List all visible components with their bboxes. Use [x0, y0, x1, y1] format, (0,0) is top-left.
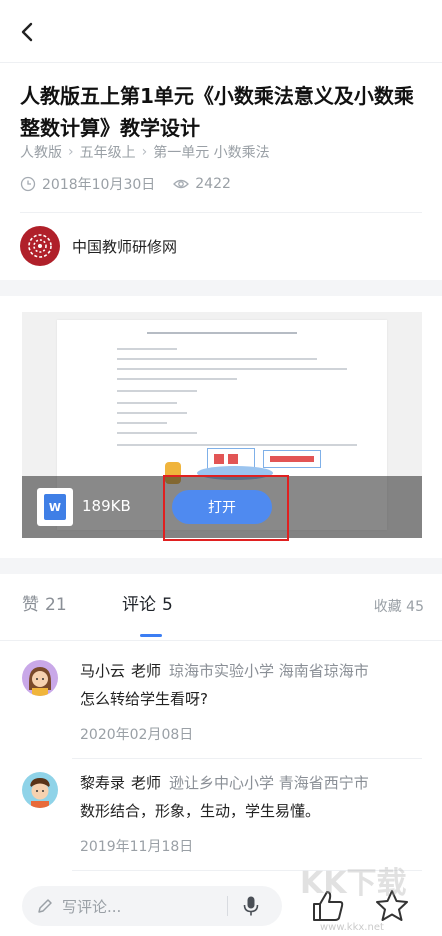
publisher-logo	[20, 226, 60, 266]
publisher-logo-icon	[28, 234, 52, 258]
comment-role: 老师	[131, 662, 162, 680]
tab-likes[interactable]: 赞 21	[22, 590, 67, 615]
pen-icon	[38, 899, 52, 913]
avatar-woman-icon	[22, 660, 58, 696]
tab-divider	[0, 640, 442, 641]
active-tab-indicator	[140, 634, 162, 637]
breadcrumb: 人教版 › 五年级上 › 第一单元 小数乘法	[20, 142, 270, 162]
favorite-count[interactable]: 收藏 45	[374, 596, 424, 616]
header-divider	[0, 62, 442, 63]
input-divider	[227, 896, 228, 916]
comment-text: 数形结合，形象，生动，学生易懂。	[80, 802, 321, 820]
chevron-right-icon: ›	[68, 144, 74, 160]
comment-date: 2020年02月08日	[80, 727, 194, 743]
comment-author[interactable]: 马小云	[80, 662, 125, 680]
watermark: KK下载	[300, 866, 407, 901]
publish-date: 2018年10月30日	[42, 177, 156, 193]
publisher-name: 中国教师研修网	[72, 237, 178, 256]
publisher-row[interactable]: 中国教师研修网	[20, 226, 177, 266]
avatar[interactable]	[22, 660, 58, 696]
avatar[interactable]	[22, 772, 58, 808]
microphone-icon[interactable]	[242, 895, 260, 917]
file-size: 189KB	[82, 497, 131, 515]
back-button[interactable]	[14, 18, 42, 46]
highlight-box	[163, 475, 289, 541]
tab-label: 赞	[22, 595, 39, 615]
watermark-url: www.kkx.net	[320, 922, 384, 933]
comment-header: 黎寿录 老师 逊让乡中心小学 青海省西宁市	[80, 772, 369, 793]
tab-count: 5	[162, 595, 173, 615]
comment-role: 老师	[131, 774, 162, 792]
chevron-left-icon	[21, 22, 33, 42]
comment-placeholder: 写评论...	[62, 897, 122, 916]
comment-date: 2019年11月18日	[80, 839, 194, 855]
avatar-man-icon	[22, 772, 58, 808]
breadcrumb-item[interactable]: 人教版	[20, 142, 62, 162]
article-meta: 2018年10月30日 2422	[20, 174, 231, 194]
chevron-right-icon: ›	[141, 144, 148, 160]
article-title: 人教版五上第1单元《小数乘法意义及小数乘整数计算》教学设计	[20, 84, 414, 140]
comment-text: 怎么转给学生看呀?	[80, 690, 208, 708]
comment-input[interactable]: 写评论...	[22, 886, 282, 926]
clock-icon	[20, 176, 36, 192]
comment-header: 马小云 老师 琼海市实验小学 海南省琼海市	[80, 660, 369, 681]
comment-school: 琼海市实验小学 海南省琼海市	[169, 662, 369, 680]
doc-figure-icon	[263, 450, 321, 468]
tab-comments[interactable]: 评论 5	[122, 590, 173, 615]
tab-bar: 赞 21 评论 5 收藏 45	[0, 590, 442, 626]
view-count: 2422	[195, 176, 231, 192]
tab-label: 评论	[122, 595, 156, 615]
comment-author[interactable]: 黎寿录	[80, 774, 125, 792]
meta-divider	[20, 212, 422, 213]
breadcrumb-item[interactable]: 第一单元 小数乘法	[153, 142, 269, 162]
word-file-icon: W	[37, 488, 73, 526]
breadcrumb-item[interactable]: 五年级上	[80, 142, 136, 162]
comment-school: 逊让乡中心小学 青海省西宁市	[169, 774, 369, 792]
eye-icon	[173, 179, 190, 189]
tab-count: 21	[45, 595, 67, 615]
section-separator	[0, 280, 442, 296]
comment-divider	[72, 758, 422, 759]
section-separator	[0, 558, 442, 574]
